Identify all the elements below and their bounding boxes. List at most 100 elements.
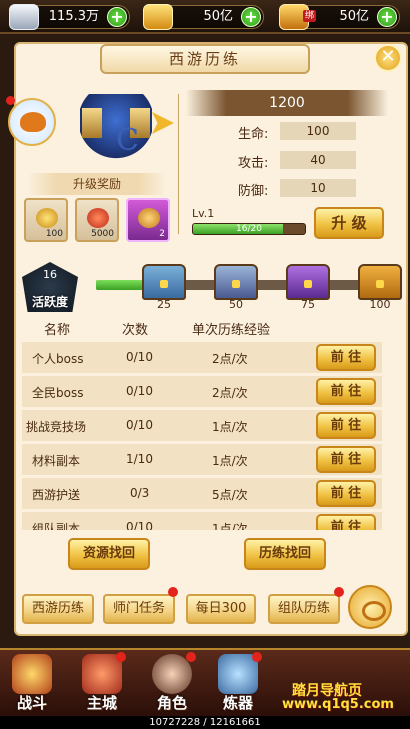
- task-exp: 5点/次: [212, 488, 248, 502]
- reward-count: 100: [45, 229, 63, 239]
- add-bound-gold-button[interactable]: +: [377, 7, 397, 27]
- tab-team-training[interactable]: 组队历练: [268, 594, 340, 624]
- upgrade-reward-title: 升级奖励: [28, 173, 166, 195]
- nav-forge[interactable]: 炼器: [212, 652, 264, 714]
- stat-value-defense: 10: [280, 179, 356, 197]
- nav-character[interactable]: 角色: [146, 652, 198, 714]
- stat-value-hp: 100: [280, 122, 356, 140]
- task-count: 1/10: [126, 452, 153, 466]
- reward-item-gold[interactable]: 100: [24, 198, 68, 242]
- crossed-swords-icon: [12, 654, 52, 694]
- panel-title: 西游历练: [100, 44, 310, 74]
- task-name: 组队副本: [32, 522, 81, 530]
- table-row: 材料副本 1/10 1点/次 前 往: [22, 444, 382, 476]
- go-button[interactable]: 前 往: [316, 480, 376, 507]
- tab-alert-dot: [168, 587, 178, 597]
- column-header-count: 次数: [122, 323, 149, 338]
- column-header-exp: 单次历练经验: [192, 323, 271, 338]
- tab-daily-300[interactable]: 每日300: [186, 594, 256, 624]
- status-bar: 10727228 / 12161661: [0, 716, 410, 729]
- bound-gold-currency: 绑 50亿 +: [279, 4, 400, 30]
- upgrade-button[interactable]: 升 级: [314, 207, 384, 239]
- table-row: 组队副本 0/10 1点/次 前 往: [22, 512, 382, 530]
- reward-count: 2: [159, 229, 165, 239]
- activity-value: 16: [43, 268, 57, 281]
- chest-75-icon[interactable]: [286, 264, 330, 300]
- go-button[interactable]: 前 往: [316, 514, 376, 530]
- fox-icon: [20, 112, 46, 132]
- table-row: 挑战竞技场 0/10 1点/次 前 往: [22, 410, 382, 442]
- tab-alert-dot: [334, 587, 344, 597]
- level-progress-bar: 16/20: [192, 223, 306, 235]
- task-exp: 1点/次: [212, 522, 248, 530]
- level-label: Lv.1: [192, 207, 215, 220]
- task-exp: 2点/次: [212, 352, 248, 366]
- go-button[interactable]: 前 往: [316, 344, 376, 371]
- chest-100-icon[interactable]: [358, 264, 402, 300]
- go-button[interactable]: 前 往: [316, 446, 376, 473]
- gold-ingot-icon: [143, 4, 173, 30]
- nav-alert-dot: [116, 652, 126, 662]
- avatar-alert-dot: [6, 96, 15, 105]
- table-row: 全民boss 0/10 2点/次 前 往: [22, 376, 382, 408]
- money-bag-icon: [87, 208, 109, 228]
- stat-value-attack: 40: [280, 151, 356, 169]
- scroll-tabs-icon[interactable]: [348, 585, 392, 629]
- close-button[interactable]: ✕: [374, 44, 402, 72]
- table-row: 个人boss 0/10 2点/次 前 往: [22, 342, 382, 374]
- gold-amount: 50亿: [203, 9, 233, 24]
- chest-50-icon[interactable]: [214, 264, 258, 300]
- task-count: 0/10: [126, 384, 153, 398]
- training-recover-button[interactable]: 历练找回: [244, 538, 326, 570]
- reward-count: 5000: [91, 229, 114, 239]
- stat-label-defense: 防御:: [238, 184, 269, 199]
- task-count: 0/10: [126, 520, 153, 530]
- task-name: 材料副本: [32, 454, 81, 468]
- bound-gold-amount: 50亿: [339, 9, 369, 24]
- task-count: 0/10: [126, 350, 153, 364]
- task-exp: 1点/次: [212, 454, 248, 468]
- task-name: 个人boss: [32, 352, 84, 366]
- gold-ingot-icon: [36, 208, 58, 228]
- reward-item-scroll[interactable]: 2: [126, 198, 170, 242]
- nav-label: 主城: [86, 694, 117, 712]
- task-exp: 1点/次: [212, 420, 248, 434]
- go-button[interactable]: 前 往: [316, 412, 376, 439]
- resource-recover-button[interactable]: 资源找回: [68, 538, 150, 570]
- tab-sect-quest[interactable]: 师门任务: [103, 594, 175, 624]
- nav-alert-dot: [252, 652, 262, 662]
- rank-letter: C: [116, 123, 139, 158]
- nav-alert-dot: [186, 652, 196, 662]
- column-header-name: 名称: [44, 323, 71, 338]
- stat-label-attack: 攻击:: [238, 156, 269, 171]
- activity-label: 活跃度: [31, 295, 68, 309]
- tab-journey-training[interactable]: 西游历练: [22, 594, 94, 624]
- avatar[interactable]: [8, 98, 56, 146]
- level-progress-text: 16/20: [236, 224, 262, 234]
- scroll-icon: [138, 208, 160, 228]
- nav-label: 战斗: [16, 694, 47, 712]
- add-gold-button[interactable]: +: [241, 7, 261, 27]
- go-button[interactable]: 前 往: [316, 378, 376, 405]
- task-name: 挑战竞技场: [26, 420, 87, 434]
- stat-label-hp: 生命:: [238, 127, 269, 142]
- gold-currency: 50亿 +: [143, 4, 264, 30]
- left-wing-icon: [82, 108, 102, 138]
- table-row: 西游护送 0/3 5点/次 前 往: [22, 478, 382, 510]
- task-count: 0/3: [130, 486, 150, 500]
- nav-battle[interactable]: 战斗: [6, 652, 58, 714]
- watermark-url: www.q1q5.com: [282, 697, 394, 712]
- add-silver-button[interactable]: +: [107, 7, 127, 27]
- reward-item-money-bag[interactable]: 5000: [75, 198, 119, 242]
- task-exp: 2点/次: [212, 386, 248, 400]
- chest-25-icon[interactable]: [142, 264, 186, 300]
- nav-label: 角色: [156, 694, 187, 712]
- currency-bar: 115.3万 + 50亿 + 绑 50亿 +: [0, 0, 410, 34]
- activity-progress-fill: [96, 280, 145, 290]
- chest-25-value: 25: [157, 298, 171, 311]
- table-header: 名称 次数 单次历练经验: [22, 317, 382, 339]
- nav-city[interactable]: 主城: [76, 652, 128, 714]
- task-list[interactable]: 个人boss 0/10 2点/次 前 往 全民boss 0/10 2点/次 前 …: [22, 342, 382, 530]
- chest-50-value: 50: [229, 298, 243, 311]
- combat-power: 1200: [186, 90, 388, 116]
